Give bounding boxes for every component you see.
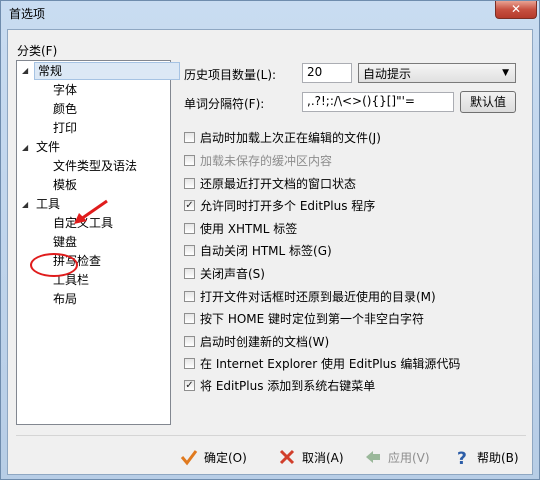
history-count-input[interactable]: 20 (302, 63, 352, 83)
checkbox[interactable] (184, 313, 195, 324)
checkbox[interactable] (184, 358, 195, 369)
help-button-label: 帮助(B) (477, 451, 519, 465)
checkbox[interactable] (184, 336, 195, 347)
checkbox-checked[interactable]: ✓ (184, 200, 195, 211)
option-label: 在 Internet Explorer 使用 EditPlus 编辑源代码 (200, 357, 461, 371)
expanded-arrow-icon[interactable]: ◢ (22, 66, 28, 75)
tree-item-general[interactable]: 常规 (34, 62, 180, 80)
checkbox[interactable] (184, 223, 195, 234)
checkbox-checked[interactable]: ✓ (184, 380, 195, 391)
category-label: 分类(F) (17, 44, 58, 58)
title-bar: 首选项 ✕ (1, 1, 540, 25)
footer-divider (16, 435, 526, 436)
word-separator-label: 单词分隔符(F): (184, 97, 265, 111)
option-label: 使用 XHTML 标签 (200, 222, 298, 236)
expanded-arrow-icon[interactable]: ◢ (22, 200, 28, 209)
tree-item-color[interactable]: 颜色 (53, 100, 77, 118)
checkbox[interactable] (184, 155, 195, 166)
checkbox[interactable] (184, 268, 195, 279)
tree-item-label: 常规 (38, 64, 63, 78)
cross-icon (279, 449, 295, 465)
option-label: 按下 HOME 键时定位到第一个非空白字符 (200, 312, 425, 326)
tree-item-label: 文件 (36, 140, 61, 154)
help-button[interactable]: ? 帮助(B) (453, 446, 523, 470)
checkbox[interactable] (184, 291, 195, 302)
option-label: 关闭声音(S) (200, 267, 265, 281)
ok-button-label: 确定(O) (204, 451, 247, 465)
default-button[interactable]: 默认值 (460, 91, 516, 113)
option-label: 将 EditPlus 添加到系统右键菜单 (200, 379, 376, 393)
tree-item-label: 字体 (53, 83, 78, 97)
history-count-label: 历史项目数量(L): (184, 68, 277, 82)
preferences-window: 首选项 ✕ 分类(F) ◢ 常规 字体 颜色 打印 ◢ 文件 文件类型及语法 模… (0, 0, 540, 480)
tree-item-keyboard[interactable]: 键盘 (53, 233, 77, 251)
annotation-circle (30, 253, 78, 277)
word-separator-input[interactable]: ,.?!;:/\<>(){}[]"'= (302, 92, 454, 112)
tree-item-file-types[interactable]: 文件类型及语法 (53, 157, 137, 175)
apply-button-label: 应用(V) (388, 451, 430, 465)
expanded-arrow-icon[interactable]: ◢ (22, 143, 28, 152)
option-label: 允许同时打开多个 EditPlus 程序 (200, 199, 376, 213)
window-title: 首选项 (9, 7, 46, 21)
checkbox[interactable] (184, 245, 195, 256)
cancel-button-label: 取消(A) (302, 451, 344, 465)
tree-item-label: 布局 (53, 292, 78, 306)
dropdown-arrow-icon: ▼ (502, 68, 509, 78)
back-arrow-icon (366, 451, 380, 463)
checkmark-icon (180, 450, 198, 466)
cancel-button[interactable]: 取消(A) (278, 446, 348, 470)
checkbox[interactable] (184, 178, 195, 189)
option-label: 还原最近打开文档的窗口状态 (200, 177, 357, 191)
tree-item-print[interactable]: 打印 (53, 119, 77, 137)
tree-item-template[interactable]: 模板 (53, 176, 77, 194)
option-label: 启动时创建新的文档(W) (200, 335, 330, 349)
category-tree[interactable]: ◢ 常规 字体 颜色 打印 ◢ 文件 文件类型及语法 模板 ◢ 工具 自定义工具… (16, 60, 180, 425)
tree-item-label: 工具 (36, 197, 61, 211)
tree-item-label: 键盘 (53, 235, 78, 249)
tree-item-label: 打印 (53, 121, 78, 135)
option-label: 启动时加载上次正在编辑的文件(J) (200, 131, 381, 145)
tree-item-font[interactable]: 字体 (53, 81, 77, 99)
autocomplete-select[interactable]: 自动提示 ▼ (358, 63, 516, 83)
option-label: 自动关闭 HTML 标签(G) (200, 244, 332, 258)
autocomplete-select-value: 自动提示 (363, 67, 412, 81)
tree-item-label: 颜色 (53, 102, 78, 116)
dialog-body: 分类(F) ◢ 常规 字体 颜色 打印 ◢ 文件 文件类型及语法 模板 ◢ 工具… (7, 29, 533, 475)
close-button[interactable]: ✕ (495, 1, 537, 19)
apply-button[interactable]: 应用(V) (364, 446, 434, 470)
annotation-arrow-icon (74, 199, 108, 224)
option-label: 加载未保存的缓冲区内容 (200, 154, 333, 168)
tree-item-file[interactable]: 文件 (36, 138, 60, 156)
ok-button[interactable]: 确定(O) (180, 446, 250, 470)
tree-item-label: 模板 (53, 178, 78, 192)
tree-item-label: 文件类型及语法 (53, 159, 138, 173)
help-icon: ? (457, 449, 467, 466)
svg-text:?: ? (457, 449, 467, 466)
tree-item-tools[interactable]: 工具 (36, 195, 60, 213)
checkbox[interactable] (184, 132, 195, 143)
tree-item-layout[interactable]: 布局 (53, 290, 77, 308)
option-label: 打开文件对话框时还原到最近使用的目录(M) (200, 290, 436, 304)
